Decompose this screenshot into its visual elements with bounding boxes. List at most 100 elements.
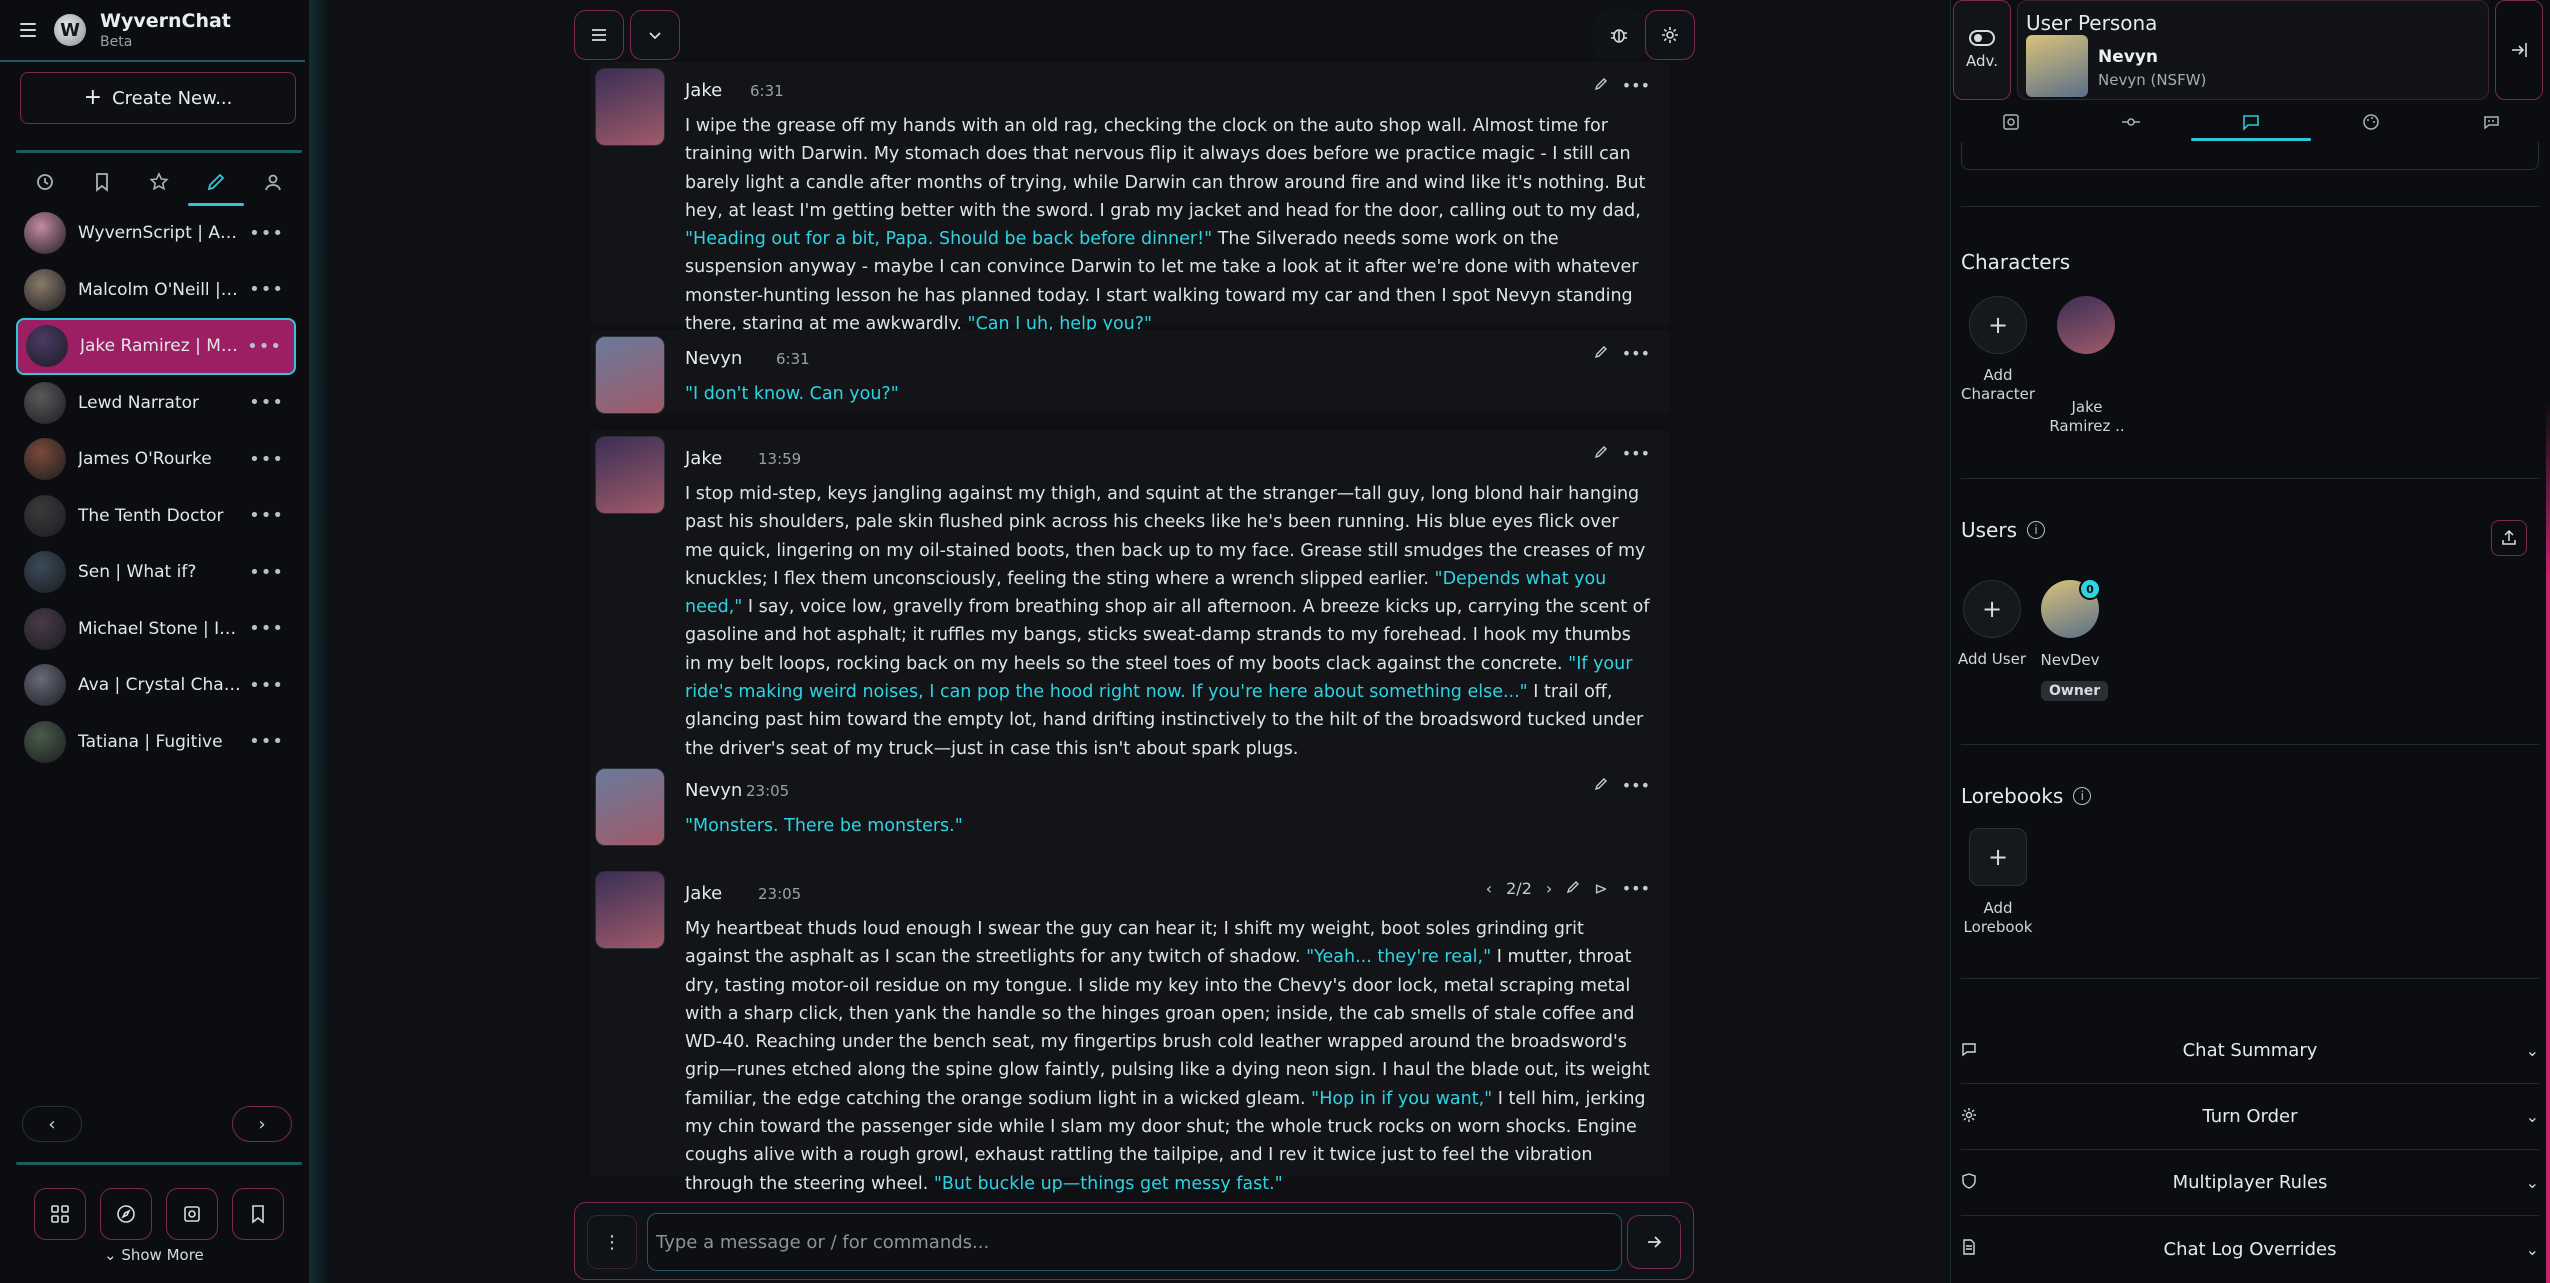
tab-commit-icon[interactable] [2071, 103, 2191, 141]
sidebar-character-item[interactable]: WyvernScript | Ass... ••• [16, 205, 296, 262]
message-avatar[interactable] [595, 336, 665, 414]
edit-icon[interactable] [1594, 444, 1608, 463]
more-horizontal-icon[interactable]: ••• [1622, 879, 1650, 898]
add-character-button[interactable]: + [1969, 296, 2027, 354]
more-horizontal-icon[interactable]: ••• [249, 618, 284, 639]
grid-icon[interactable] [34, 1188, 86, 1240]
dialogue-quote: "But buckle up—things get messy fast." [933, 1173, 1283, 1194]
more-horizontal-icon[interactable]: ••• [249, 505, 284, 526]
exit-panel-button[interactable] [2495, 0, 2543, 100]
character-avatar[interactable] [2057, 296, 2115, 354]
message-author: Jake [685, 883, 723, 904]
edit-icon[interactable] [1594, 76, 1608, 95]
avatar [24, 438, 66, 481]
compass-icon[interactable] [100, 1188, 152, 1240]
more-horizontal-icon[interactable]: ••• [249, 392, 284, 413]
message-text: I wipe the grease off my hands with an o… [685, 112, 1650, 338]
bookmark-icon[interactable] [232, 1188, 284, 1240]
more-horizontal-icon[interactable]: ••• [1622, 76, 1650, 95]
sidebar-character-item[interactable]: The Tenth Doctor ••• [16, 488, 296, 545]
bug-icon[interactable] [1594, 10, 1644, 60]
share-icon[interactable] [2491, 520, 2527, 556]
sidebar-character-item[interactable]: Sen | What if? ••• [16, 544, 296, 601]
divider [16, 1162, 302, 1165]
more-horizontal-icon[interactable]: ••• [249, 223, 284, 244]
pencil-icon[interactable] [188, 164, 245, 206]
accordion-label: Chat Log Overrides [2163, 1238, 2337, 1260]
message-avatar[interactable] [595, 436, 665, 514]
avatar [24, 212, 66, 255]
more-horizontal-icon[interactable]: ••• [249, 279, 284, 300]
tab-bot-icon[interactable] [2431, 103, 2550, 141]
add-lorebook-button[interactable]: + [1969, 828, 2027, 886]
accordion-chat-log-overrides[interactable]: Chat Log Overrides ⌄ [1961, 1216, 2539, 1282]
sidebar-character-item[interactable]: Malcolm O'Neill | B... ••• [16, 262, 296, 319]
edit-icon[interactable] [1594, 344, 1608, 363]
next-page-button[interactable]: › [232, 1106, 292, 1142]
character-name: Jake Ramirez .. [2049, 398, 2125, 435]
notes-textarea[interactable] [1961, 142, 2539, 170]
sidebar-character-item[interactable]: Michael Stone | Inv... ••• [16, 601, 296, 658]
sidebar-character-item[interactable]: Tatiana | Fugitive ••• [16, 714, 296, 771]
message-time: 6:31 [750, 82, 784, 100]
tab-palette-icon[interactable] [2311, 103, 2431, 141]
gear-icon[interactable] [1645, 10, 1695, 60]
sidebar-character-item[interactable]: Jake Ramirez | Mo... ••• [16, 318, 296, 375]
swipe-next-button[interactable]: › [1546, 879, 1552, 898]
send-button[interactable] [1627, 1215, 1681, 1269]
sidebar-character-item[interactable]: James O'Rourke ••• [16, 431, 296, 488]
user-persona-card[interactable]: User Persona Nevyn Nevyn (NSFW) [2017, 0, 2489, 100]
message-avatar[interactable] [595, 768, 665, 846]
bottom-toolbar [34, 1188, 284, 1240]
tab-chat-icon[interactable] [2191, 103, 2311, 141]
more-horizontal-icon[interactable]: ••• [247, 336, 282, 357]
more-horizontal-icon[interactable]: ••• [1622, 444, 1650, 463]
sidebar-character-item[interactable]: Lewd Narrator ••• [16, 375, 296, 432]
accordion-turn-order[interactable]: Turn Order ⌄ [1961, 1084, 2539, 1150]
message-time: 23:05 [758, 885, 802, 903]
more-horizontal-icon[interactable]: ••• [249, 731, 284, 752]
menu-button[interactable] [574, 10, 624, 60]
more-vertical-icon[interactable]: ⋮ [587, 1215, 637, 1269]
message-input[interactable] [647, 1213, 1622, 1271]
chevron-down-icon[interactable] [630, 10, 680, 60]
prev-page-button[interactable]: ‹ [22, 1106, 82, 1142]
left-sidebar: W WyvernChat Beta + Create New... Wyvern… [0, 0, 310, 1283]
sidebar-character-item[interactable]: Ava | Crystal Chaser ••• [16, 657, 296, 714]
message-avatar[interactable] [595, 68, 665, 146]
avatar [24, 494, 66, 537]
create-new-button[interactable]: + Create New... [20, 72, 296, 124]
star-icon[interactable] [139, 164, 179, 200]
document-icon [1961, 1239, 1985, 1259]
message-avatar[interactable] [595, 871, 665, 949]
hamburger-icon[interactable] [20, 23, 36, 37]
chevron-down-icon: ⌄ [2525, 1173, 2539, 1192]
more-horizontal-icon[interactable]: ••• [1622, 776, 1650, 795]
accordion-chat-summary[interactable]: Chat Summary ⌄ [1961, 1018, 2539, 1084]
edit-icon[interactable] [1594, 776, 1608, 795]
add-user-button[interactable]: + [1963, 580, 2021, 638]
brand-header: W WyvernChat Beta [0, 0, 305, 62]
chevron-down-icon: ⌄ [2525, 1239, 2539, 1259]
chevron-down-icon: ⌄ [2525, 1041, 2539, 1060]
swipe-prev-button[interactable]: ‹ [1486, 879, 1492, 898]
scan-icon[interactable] [166, 1188, 218, 1240]
edit-icon[interactable] [1566, 879, 1580, 898]
more-horizontal-icon[interactable]: ••• [249, 562, 284, 583]
continue-icon[interactable]: ⊳ [1594, 879, 1607, 898]
more-horizontal-icon[interactable]: ••• [1622, 344, 1650, 363]
info-icon[interactable]: i [2073, 787, 2092, 805]
bookmark-icon[interactable] [82, 164, 122, 200]
character-name: Sen | What if? [78, 562, 197, 583]
more-horizontal-icon[interactable]: ••• [249, 449, 284, 470]
history-icon[interactable] [25, 164, 65, 200]
scrollbar[interactable] [2546, 400, 2550, 1283]
users-icon[interactable] [253, 164, 293, 200]
info-icon[interactable]: i [2027, 521, 2046, 539]
right-panel-tabs [1951, 102, 2550, 142]
show-more-button[interactable]: ⌄ Show More [104, 1246, 204, 1264]
accordion-multiplayer-rules[interactable]: Multiplayer Rules ⌄ [1961, 1150, 2539, 1216]
more-horizontal-icon[interactable]: ••• [249, 675, 284, 696]
advanced-toggle-button[interactable]: Adv. [1953, 0, 2011, 100]
tab-scan-icon[interactable] [1951, 103, 2071, 141]
